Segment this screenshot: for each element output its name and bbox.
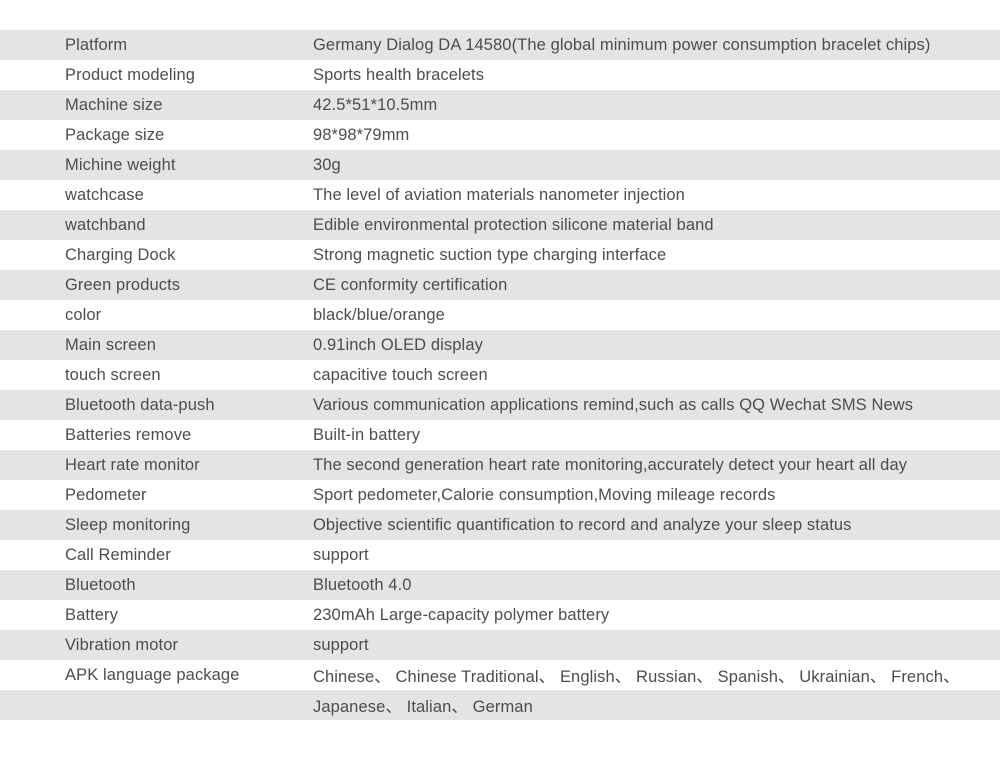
spec-value: Sports health bracelets [313,65,485,84]
spec-value: black/blue/orange [313,305,445,324]
spec-value: The level of aviation materials nanomete… [313,185,685,204]
spec-label: Bluetooth [65,575,136,594]
table-row: Bluetooth data-push Various communicatio… [0,390,1000,420]
spec-label: Sleep monitoring [65,515,191,534]
spec-value: CE conformity certification [313,275,508,294]
table-row: Sleep monitoring Objective scientific qu… [0,510,1000,540]
table-row: Package size 98*98*79mm [0,120,1000,150]
table-row: Battery 230mAh Large-capacity polymer ba… [0,600,1000,630]
spec-label: Call Reminder [65,545,171,564]
spec-value: Sport pedometer,Calorie consumption,Movi… [313,485,776,504]
spec-label: Heart rate monitor [65,455,200,474]
spec-value: Germany Dialog DA 14580(The global minim… [313,35,931,54]
table-row: touch screen capacitive touch screen [0,360,1000,390]
table-row: Michine weight 30g [0,150,1000,180]
spec-label: Product modeling [65,65,196,84]
spec-value: capacitive touch screen [313,365,488,384]
table-row: APK language package Chinese、 Chinese Tr… [0,660,1000,690]
spec-value: 98*98*79mm [313,125,410,144]
table-row: Platform Germany Dialog DA 14580(The glo… [0,30,1000,60]
spec-label: Platform [65,35,128,54]
spec-value: 30g [313,155,341,174]
table-row: Vibration motor support [0,630,1000,660]
spec-value: Various communication applications remin… [313,395,914,414]
table-row: Green products CE conformity certificati… [0,270,1000,300]
table-row: Batteries remove Built-in battery [0,420,1000,450]
spec-label: Vibration motor [65,635,179,654]
spec-value: Bluetooth 4.0 [313,575,412,594]
spec-value: 230mAh Large-capacity polymer battery [313,605,610,624]
spec-value: Built-in battery [313,425,421,444]
table-row: Charging Dock Strong magnetic suction ty… [0,240,1000,270]
spec-value: Japanese、 Italian、 German [313,698,533,716]
table-row: Product modeling Sports health bracelets [0,60,1000,90]
spec-label: Main screen [65,335,156,354]
table-row: watchcase The level of aviation material… [0,180,1000,210]
spec-value: 0.91inch OLED display [313,335,483,354]
spec-label: Michine weight [65,155,176,174]
table-row: Machine size 42.5*51*10.5mm [0,90,1000,120]
spec-label: Green products [65,275,181,294]
spec-value: Objective scientific quantification to r… [313,515,852,534]
spec-label: touch screen [65,365,161,384]
spec-value: The second generation heart rate monitor… [313,455,908,474]
table-row: color black/blue/orange [0,300,1000,330]
spec-label: watchband [65,215,146,234]
specification-table: Platform Germany Dialog DA 14580(The glo… [0,0,1000,720]
spec-label: Bluetooth data-push [65,395,215,414]
table-row: Bluetooth Bluetooth 4.0 [0,570,1000,600]
spec-label: Charging Dock [65,245,176,264]
table-row: Heart rate monitor The second generation… [0,450,1000,480]
spec-value: support [313,545,369,564]
spec-value: Edible environmental protection silicone… [313,215,714,234]
spec-label: APK language package [65,665,240,684]
spec-value: Chinese、 Chinese Traditional、 English、 R… [313,668,960,686]
table-row: Call Reminder support [0,540,1000,570]
table-row: watchband Edible environmental protectio… [0,210,1000,240]
spec-label: Battery [65,605,118,624]
spec-value: support [313,635,369,654]
spec-value: Strong magnetic suction type charging in… [313,245,667,264]
spec-label: watchcase [65,185,144,204]
spec-label: Batteries remove [65,425,192,444]
spec-value: 42.5*51*10.5mm [313,95,438,114]
table-row-continuation: Japanese、 Italian、 German [0,690,1000,720]
spec-label: Machine size [65,95,163,114]
spec-label: Package size [65,125,165,144]
spec-label: color [65,305,102,324]
spec-label: Pedometer [65,485,147,504]
table-row: Pedometer Sport pedometer,Calorie consum… [0,480,1000,510]
table-row: Main screen 0.91inch OLED display [0,330,1000,360]
